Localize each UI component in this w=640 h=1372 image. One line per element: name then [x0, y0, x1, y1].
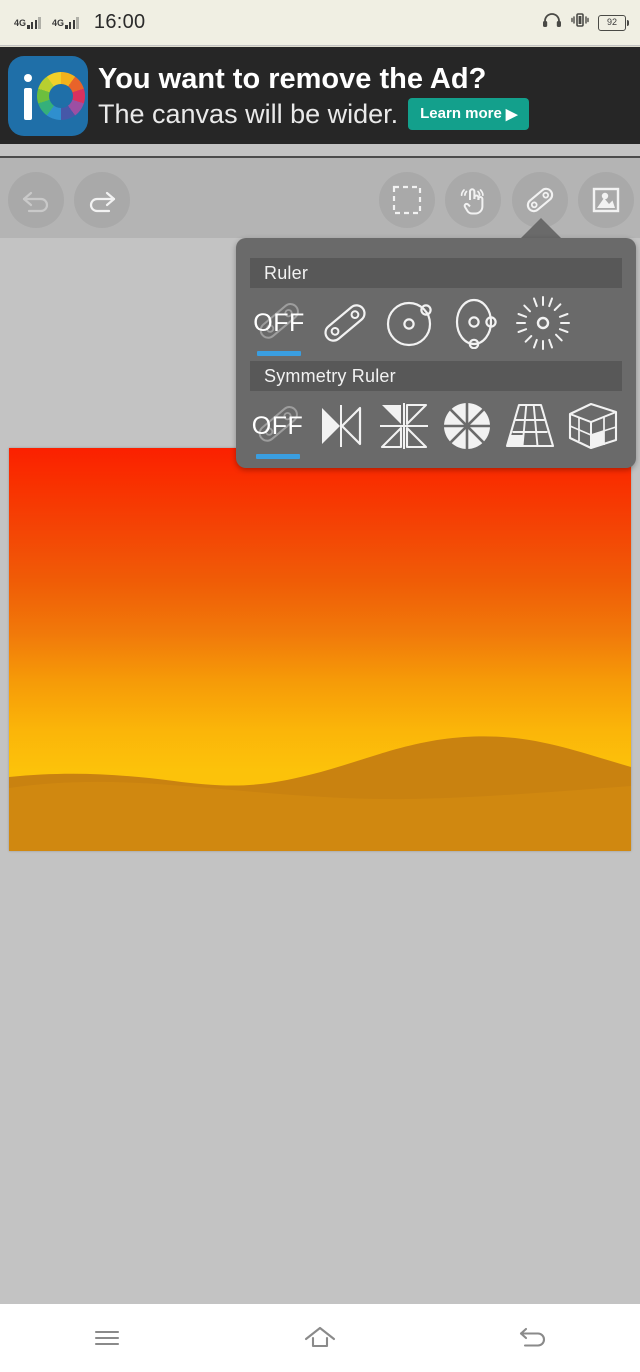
- symmetry-perspective-option[interactable]: [498, 395, 561, 457]
- symmetry-radial-option[interactable]: [435, 395, 498, 457]
- learn-more-button[interactable]: Learn more ▶: [408, 97, 530, 130]
- signal-4g-icon-2: 4G: [52, 17, 79, 29]
- back-icon: [520, 1327, 546, 1347]
- status-bar-right: 92: [542, 12, 630, 33]
- ad-subline: The canvas will be wider.: [98, 98, 399, 129]
- photo-import-button[interactable]: [578, 172, 634, 228]
- undo-button[interactable]: [8, 172, 64, 228]
- ruler-ellipse-option[interactable]: [444, 292, 510, 354]
- ruler-radial-option[interactable]: [510, 292, 576, 354]
- symmetry-isometric-option[interactable]: [561, 395, 624, 457]
- signal-4g-icon: 4G: [14, 17, 41, 29]
- ruler-section-header: Ruler: [250, 258, 622, 288]
- symmetry-section-title: Symmetry Ruler: [264, 365, 396, 386]
- redo-button[interactable]: [74, 172, 130, 228]
- back-button[interactable]: [473, 1304, 593, 1372]
- symmetry-mirror-option[interactable]: [309, 395, 372, 457]
- selection-tool-button[interactable]: [379, 172, 435, 228]
- ruler-off-option[interactable]: OFF: [246, 292, 312, 354]
- battery-icon: 92: [598, 14, 630, 31]
- learn-more-label: Learn more: [420, 105, 502, 122]
- ruler-section-title: Ruler: [264, 262, 309, 283]
- ruler-options-row: OFF: [246, 290, 628, 356]
- status-bar: 4G 4G 16:00 92: [0, 0, 640, 45]
- symmetry-section-header: Symmetry Ruler: [250, 361, 622, 391]
- drawing-canvas[interactable]: [9, 448, 631, 851]
- ruler-settings-popup: Ruler OFF Symmetry Ruler OFF: [236, 238, 636, 468]
- network-label-2: 4G: [51, 17, 64, 28]
- ruler-off-label: OFF: [253, 308, 305, 337]
- network-label-1: 4G: [14, 17, 27, 28]
- battery-level: 92: [606, 17, 617, 27]
- ruler-circle-option[interactable]: [378, 292, 444, 354]
- transform-hand-button[interactable]: [445, 172, 501, 228]
- home-button[interactable]: [260, 1304, 380, 1372]
- vibrate-icon: [571, 12, 589, 33]
- chevron-right-icon: ▶: [505, 105, 518, 123]
- recents-icon: [94, 1330, 119, 1346]
- ruler-line-option[interactable]: [312, 292, 378, 354]
- android-nav-bar: [0, 1304, 640, 1372]
- ad-banner[interactable]: You want to remove the Ad? The canvas wi…: [0, 46, 640, 144]
- ad-headline: You want to remove the Ad?: [98, 62, 487, 95]
- recents-button[interactable]: [47, 1304, 167, 1372]
- status-bar-clock: 16:00: [93, 11, 146, 33]
- ad-text: You want to remove the Ad? The canvas wi…: [98, 62, 632, 130]
- symmetry-quad-option[interactable]: [372, 395, 435, 457]
- status-bar-left: 4G 4G 16:00: [14, 11, 145, 34]
- headphones-icon: [542, 12, 562, 33]
- home-icon: [304, 1326, 336, 1348]
- symmetry-off-option[interactable]: OFF: [246, 395, 309, 457]
- canvas-dune-front: [9, 781, 631, 851]
- ibispaint-logo: [8, 55, 88, 136]
- popup-pointer-arrow: [519, 218, 563, 240]
- symmetry-off-label: OFF: [251, 411, 304, 440]
- symmetry-options-row: OFF: [246, 393, 628, 459]
